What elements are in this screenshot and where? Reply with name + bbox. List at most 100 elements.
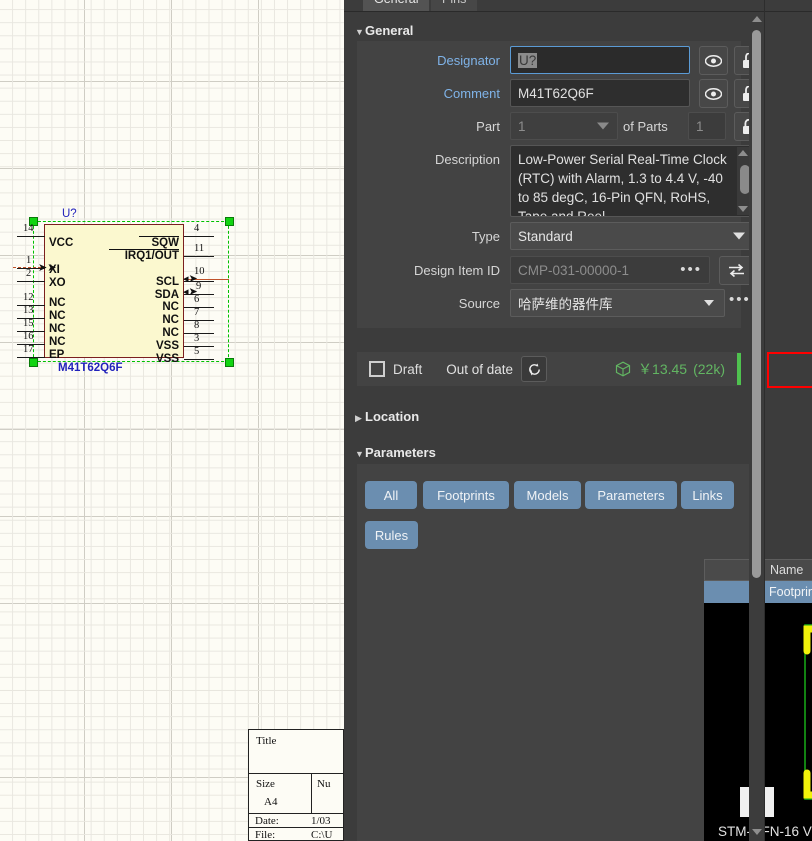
pin-line-right-4: [184, 236, 214, 237]
of-parts-label: of Parts: [623, 119, 668, 134]
selection-handle-tr[interactable]: [225, 217, 234, 226]
designator-visibility-button[interactable]: [699, 46, 728, 75]
pin-number-6: 6: [194, 294, 200, 305]
symbol-designator[interactable]: U?: [62, 208, 77, 220]
pin-name-nc-15: NC: [49, 323, 66, 335]
title-block-file-value: C:\U: [311, 829, 333, 841]
stock-count: (22k): [693, 361, 725, 377]
schematic-symbol-u[interactable]: U? M41T62Q6F 14 VCC 1 ➤➤ XI 2 XO 12 NC 1…: [13, 208, 234, 374]
source-ellipsis-button[interactable]: •••: [729, 292, 751, 307]
filter-button-models[interactable]: Models: [514, 481, 581, 509]
schematic-canvas[interactable]: U? M41T62Q6F 14 VCC 1 ➤➤ XI 2 XO 12 NC 1…: [0, 0, 344, 841]
pin-line-left-14: [17, 236, 45, 237]
filter-button-parameters[interactable]: Parameters: [585, 481, 677, 509]
designator-value: U?: [518, 52, 538, 68]
title-block-number-label: Nu: [317, 778, 331, 790]
comment-input[interactable]: M41T62Q6F: [510, 79, 690, 107]
pin-number-11: 11: [194, 243, 205, 254]
row-name-footprint: Footprint: [762, 584, 812, 600]
selection-handle-bl[interactable]: [29, 358, 38, 367]
filter-button-links[interactable]: Links: [681, 481, 734, 509]
pin-number-3: 3: [194, 333, 200, 344]
designator-label: Designator: [437, 53, 500, 68]
pin-name-nc-13: NC: [49, 310, 66, 322]
pin-name-nc-16: NC: [49, 336, 66, 348]
design-item-id-ellipsis-button[interactable]: •••: [680, 262, 702, 277]
overline-sqw: [139, 236, 179, 237]
package-box-icon: [615, 361, 631, 377]
comment-value: M41T62Q6F: [518, 85, 594, 101]
filter-button-footprints[interactable]: Footprints: [423, 481, 509, 509]
properties-panel: General Pins ▼General Designator U? Comm…: [344, 0, 812, 841]
update-revision-button[interactable]: [521, 356, 548, 382]
parameters-container: [357, 464, 761, 841]
section-title-general: General: [365, 23, 414, 38]
title-block-title-label: Title: [256, 735, 277, 747]
pin-name-ep: EP: [49, 349, 65, 361]
scroll-down-arrow-icon[interactable]: [738, 206, 748, 212]
description-label: Description: [434, 152, 500, 167]
type-label: Type: [471, 229, 500, 244]
pin-number-7: 7: [194, 307, 200, 318]
pin-name-irq1out: IRQ1/OUT: [124, 250, 179, 262]
section-header-parameters[interactable]: ▼Parameters: [355, 445, 436, 460]
section-header-general[interactable]: ▼General: [355, 23, 413, 38]
of-parts-input[interactable]: 1: [688, 112, 726, 140]
pin-line-left-2: [17, 281, 45, 282]
design-item-id-input[interactable]: CMP-031-00000-1 •••: [510, 256, 710, 284]
description-textarea[interactable]: Low-Power Serial Real-Time Clock (RTC) w…: [510, 145, 754, 217]
pin-number-4: 4: [194, 223, 200, 234]
panel-scroll-thumb[interactable]: [752, 30, 761, 578]
chevron-down-icon: [704, 300, 714, 306]
scroll-up-arrow-icon[interactable]: [751, 16, 762, 22]
source-label: Source: [458, 296, 500, 311]
pin-number-1: 1: [26, 255, 32, 266]
tab-underline: [344, 11, 812, 12]
pin-name-nc-7: NC: [162, 314, 179, 326]
swap-arrows-icon: [728, 263, 744, 278]
draft-checkbox[interactable]: [369, 361, 385, 377]
panel-scrollbar[interactable]: [749, 12, 764, 841]
section-title-location: Location: [365, 409, 420, 424]
column-header-name[interactable]: Name: [763, 562, 812, 578]
pin-name-xi: XI: [49, 264, 60, 276]
section-header-location[interactable]: ▶ Location: [355, 409, 419, 424]
description-value: Low-Power Serial Real-Time Clock (RTC) w…: [518, 152, 727, 217]
type-value: Standard: [518, 228, 573, 244]
design-item-id-swap-button[interactable]: [719, 256, 753, 285]
sheet-title-block[interactable]: Title Size A4 Nu Date: 1/03 File: C:\U: [248, 729, 344, 841]
chevron-down-icon: [597, 122, 609, 130]
scroll-down-arrow-icon[interactable]: [751, 829, 762, 835]
pin-name-vss-3: VSS: [155, 340, 179, 352]
designator-input[interactable]: U?: [510, 46, 690, 74]
scroll-up-arrow-icon[interactable]: [738, 150, 748, 156]
pin-line-right-5: [184, 359, 214, 360]
pin-number-14: 14: [23, 223, 34, 234]
part-dropdown[interactable]: 1: [510, 112, 618, 140]
type-dropdown[interactable]: Standard: [510, 222, 754, 250]
source-dropdown[interactable]: 哈萨维的器件库: [510, 289, 725, 317]
filter-button-rules[interactable]: Rules: [365, 521, 418, 549]
pin-name-nc-12: NC: [49, 297, 66, 309]
chevron-down-icon: [733, 232, 745, 240]
symbol-part-name[interactable]: M41T62Q6F: [58, 362, 123, 374]
design-item-id-value: CMP-031-00000-1: [518, 262, 630, 278]
eye-icon: [705, 87, 722, 100]
pin-name-nc-6: NC: [162, 301, 179, 313]
pin-name-nc-8: NC: [162, 327, 179, 339]
pin-number-12: 12: [23, 292, 34, 303]
of-parts-value: 1: [696, 118, 704, 134]
pin-number-15: 15: [23, 318, 34, 329]
pin-line-right-11: [184, 256, 214, 257]
pin-number-17: 17: [23, 344, 34, 355]
supply-status-bar: [737, 353, 741, 385]
part-value: 1: [518, 118, 526, 134]
filter-button-all[interactable]: All: [365, 481, 417, 509]
refresh-icon: [528, 363, 540, 375]
expand-triangle-location-icon: ▶: [355, 413, 362, 423]
comment-visibility-button[interactable]: [699, 79, 728, 108]
section-title-parameters: Parameters: [365, 445, 436, 460]
selection-handle-br[interactable]: [225, 358, 234, 367]
pin-name-xo: XO: [49, 277, 66, 289]
pin-name-scl: SCL: [156, 276, 179, 288]
